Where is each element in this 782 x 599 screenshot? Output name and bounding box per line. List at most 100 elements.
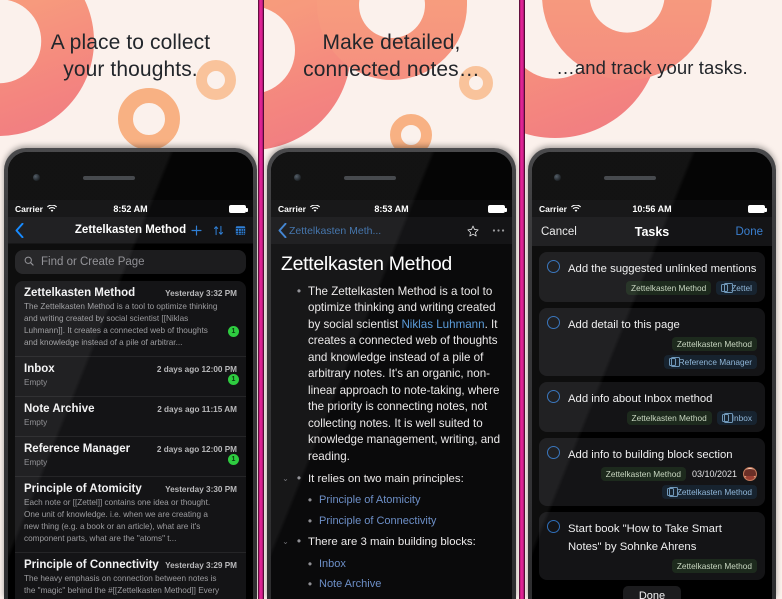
search-input[interactable]: Find or Create Page [15, 250, 246, 274]
status-badge: 1 [228, 373, 239, 385]
nav-bar-1: Zettelkasten Method [8, 217, 253, 244]
back-button[interactable] [278, 223, 287, 238]
back-button[interactable] [15, 222, 24, 238]
status-bar-1: Carrier 8:52 AM [8, 200, 253, 217]
page-link-inbox[interactable]: Inbox [319, 557, 346, 573]
page-link-principle-of-connectivity[interactable]: Principle of Connectivity [319, 514, 436, 530]
page-tag[interactable]: Zettelkasten Method [626, 281, 712, 296]
status-right-3 [748, 204, 767, 213]
task-checkbox[interactable] [547, 390, 560, 404]
doc-block[interactable]: • Principle of Atomicity [306, 493, 502, 509]
list-item-date: 2 days ago 12:00 PM [156, 444, 237, 454]
reference-tag[interactable]: Zettelkasten Method [661, 485, 757, 500]
page-link-niklas-luhmann[interactable]: Niklas Luhmann [401, 318, 484, 331]
list-item-snippet: Empty [24, 457, 48, 467]
bullet-icon: • [307, 577, 313, 592]
page-tag[interactable]: Zettelkasten Method [600, 467, 686, 482]
task-list-body: Add the suggested unlinked mentions Zett… [532, 246, 772, 599]
task-tag-row: Zettelkasten Method [568, 485, 757, 500]
list-item-date: Yesterday 3:32 PM [165, 289, 237, 298]
star-icon[interactable] [467, 225, 479, 237]
task-checkbox[interactable] [547, 520, 560, 534]
page-link-note-archive[interactable]: Note Archive [319, 577, 381, 593]
list-item[interactable]: Reference Manager 2 days ago 12:00 PM Em… [15, 437, 246, 477]
collapse-arrow-icon[interactable]: ⌄ [281, 534, 290, 550]
panel-headline-2: Make detailed, connected notes… [303, 31, 480, 81]
avatar[interactable] [743, 467, 757, 482]
task-item[interactable]: Add info to building block section Zette… [539, 438, 765, 507]
list-item-snippet: Empty [24, 377, 48, 387]
task-main: Add info about Inbox method Zettelkasten… [568, 389, 757, 426]
sort-updown-icon[interactable] [213, 225, 224, 236]
reference-tag[interactable]: Zettel [716, 281, 757, 296]
doc-block[interactable]: ⌄ • It relies on two main principles: [281, 471, 502, 487]
task-item[interactable]: Add detail to this page Zettelkasten Met… [539, 308, 765, 377]
doc-block[interactable]: • Inbox [306, 557, 502, 573]
nav-actions-1 [191, 224, 246, 236]
list-item-date: 2 days ago 11:15 AM [157, 404, 237, 414]
page-list: Zettelkasten Method Yesterday 3:32 PM Th… [15, 281, 246, 599]
nav-actions-2 [467, 225, 505, 237]
list-item[interactable]: Inbox 2 days ago 12:00 PM Empty 1 [15, 357, 246, 397]
bullet-icon: • [307, 493, 313, 508]
reference-tag-label: Reference Manager [678, 357, 752, 368]
doc-block-text: There are 3 main building blocks: [308, 536, 476, 549]
reference-tag[interactable]: Reference Manager [663, 355, 757, 370]
doc-block-text: It relies on two main principles: [308, 472, 464, 485]
list-item-title: Principle of Atomicity [24, 482, 142, 495]
task-item[interactable]: Add info about Inbox method Zettelkasten… [539, 382, 765, 433]
page-link-principle-of-atomicity[interactable]: Principle of Atomicity [319, 493, 420, 509]
phone-screen-1: Carrier 8:52 AM Zettelkasten Method Find… [8, 200, 253, 599]
doc-block[interactable]: • The Zettelkasten Method is a tool to o… [281, 284, 502, 465]
task-text: Add info to building block section [568, 449, 733, 462]
task-checkbox[interactable] [547, 316, 560, 330]
grid-icon[interactable] [235, 225, 246, 236]
task-tag-row: Zettelkasten Method Zettel [568, 281, 757, 296]
ellipsis-icon[interactable] [492, 228, 505, 233]
phone-device-2: Carrier 8:53 AM Zettelkasten Meth... Zet… [267, 148, 516, 599]
bullet-icon: • [307, 513, 313, 528]
bullet-icon: • [296, 470, 302, 485]
earpiece-speaker [343, 176, 396, 180]
collapse-arrow-icon[interactable]: ⌄ [281, 471, 290, 487]
list-item[interactable]: Principle of Connectivity Yesterday 3:29… [15, 553, 246, 599]
list-item-title: Reference Manager [24, 442, 131, 455]
done-button[interactable]: Done [736, 226, 764, 238]
reference-tag[interactable]: Inbox [716, 411, 757, 426]
promo-panel-3: …and track your tasks. Carrier 10:56 AM … [522, 0, 782, 599]
list-item[interactable]: Zettelkasten Method Yesterday 3:32 PM Th… [15, 281, 246, 357]
task-tag-row: Zettelkasten Method [568, 559, 757, 574]
panel-headline-3: …and track your tasks. [556, 57, 748, 78]
bullet-icon: • [296, 284, 302, 298]
promo-panel-2: Make detailed, connected notes… Carrier [261, 0, 522, 599]
list-item-head: Reference Manager 2 days ago 12:00 PM [24, 443, 237, 455]
done-footer-button[interactable]: Done [622, 586, 682, 599]
task-main: Add info to building block section Zette… [568, 445, 757, 500]
reference-tag-label: Inbox [731, 413, 752, 424]
doc-block[interactable]: • Note Archive [306, 577, 502, 593]
task-item[interactable]: Start book "How to Take Smart Notes" by … [539, 512, 765, 581]
task-checkbox[interactable] [547, 446, 560, 460]
promo-panel-1: A place to collect your thoughts. Carrie… [0, 0, 261, 599]
front-camera-icon [293, 174, 301, 181]
task-item[interactable]: Add the suggested unlinked mentions Zett… [539, 252, 765, 303]
breadcrumb[interactable]: Zettelkasten Meth... [289, 225, 381, 237]
task-text: Add the suggested unlinked mentions [568, 263, 757, 275]
plus-icon[interactable] [191, 224, 202, 236]
task-main: Add the suggested unlinked mentions Zett… [568, 259, 757, 296]
list-item[interactable]: Principle of Atomicity Yesterday 3:30 PM… [15, 477, 246, 553]
due-date-tag[interactable]: 03/10/2021 [691, 467, 738, 481]
page-tag[interactable]: Zettelkasten Method [671, 337, 757, 352]
document-body: Zettelkasten Method • The Zettelkasten M… [271, 244, 512, 599]
doc-block[interactable]: ⌄ • There are 3 main building blocks: [281, 534, 502, 550]
decorative-ring-small [118, 88, 180, 150]
task-checkbox[interactable] [547, 260, 560, 273]
list-item[interactable]: Note Archive 2 days ago 11:15 AM Empty [15, 397, 246, 437]
phone-bezel-1: Carrier 8:52 AM Zettelkasten Method Find… [8, 152, 253, 599]
task-tag-row: Reference Manager [568, 355, 757, 370]
page-tag[interactable]: Zettelkasten Method [671, 559, 757, 574]
nav-bar-2: Zettelkasten Meth... [271, 217, 512, 244]
doc-block[interactable]: • Principle of Connectivity [306, 514, 502, 530]
page-tag[interactable]: Zettelkasten Method [626, 411, 712, 426]
phone-screen-3: Carrier 10:56 AM Cancel Tasks Done Add t… [532, 200, 772, 599]
